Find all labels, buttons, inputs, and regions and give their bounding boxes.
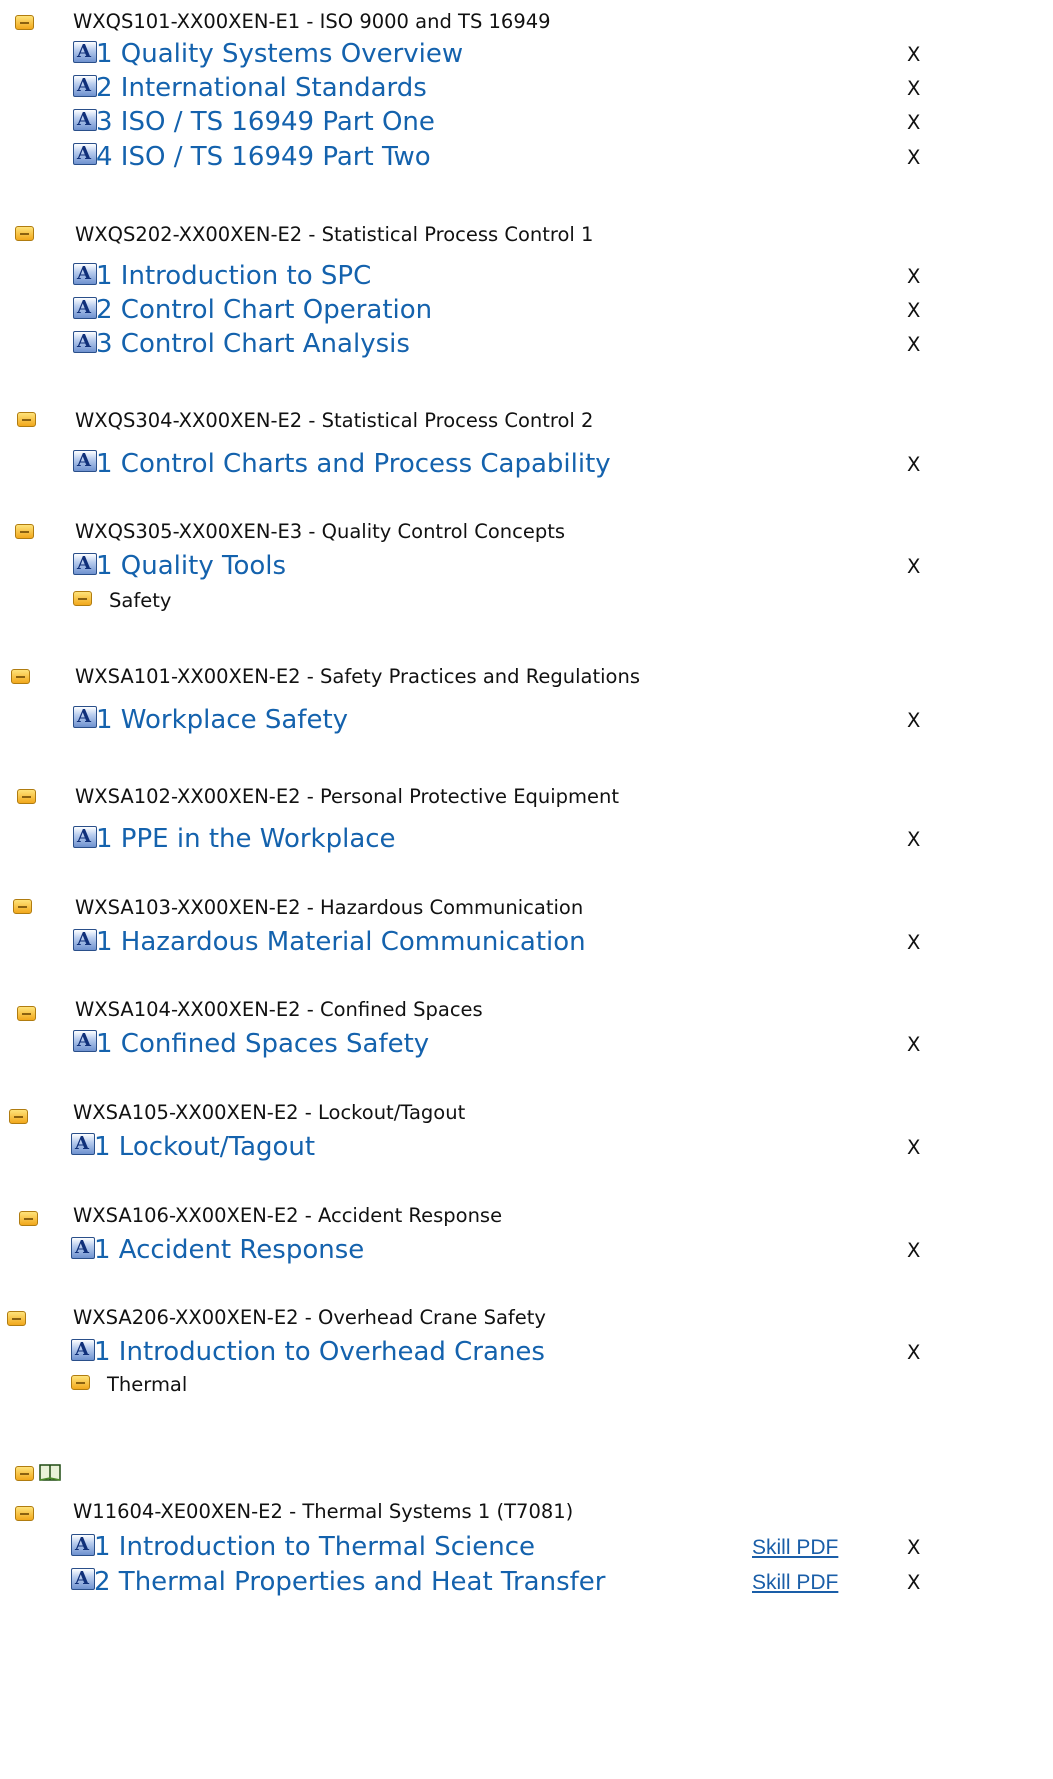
course-title: WXSA105-XX00XEN-E2 - Lockout/Tagout [73, 1101, 466, 1124]
lesson-link[interactable]: 3 ISO / TS 16949 Part One [96, 106, 435, 138]
category-label: Safety [109, 589, 172, 612]
lesson-a-icon: A [73, 109, 97, 131]
lesson-a-icon: A [73, 1030, 97, 1052]
course-title: W11604-XE00XEN-E2 - Thermal Systems 1 (T… [73, 1500, 574, 1523]
course-title: WXSA106-XX00XEN-E2 - Accident Response [73, 1204, 503, 1227]
lesson-link[interactable]: 1 Accident Response [94, 1234, 364, 1266]
collapse-toggle-icon[interactable] [19, 1211, 38, 1226]
lesson-a-icon: A [73, 41, 97, 63]
collapse-toggle-icon[interactable] [15, 226, 34, 241]
collapse-toggle-icon[interactable] [15, 524, 34, 539]
collapse-toggle-icon[interactable] [73, 591, 92, 606]
lesson-a-icon: A [73, 297, 97, 319]
lesson-a-icon: A [73, 826, 97, 848]
skill-pdf-link[interactable]: Skill PDF [752, 1536, 838, 1560]
lesson-a-icon: A [71, 1568, 95, 1590]
remove-x[interactable]: X [907, 265, 920, 289]
collapse-toggle-icon[interactable] [9, 1109, 28, 1124]
collapse-toggle-icon[interactable] [11, 669, 30, 684]
course-title: WXQS101-XX00XEN-E1 - ISO 9000 and TS 169… [73, 10, 551, 33]
course-title: WXSA101-XX00XEN-E2 - Safety Practices an… [75, 665, 640, 688]
remove-x[interactable]: X [907, 146, 920, 170]
remove-x[interactable]: X [907, 111, 920, 135]
skill-pdf-link[interactable]: Skill PDF [752, 1571, 838, 1595]
collapse-toggle-icon[interactable] [71, 1375, 90, 1390]
collapse-toggle-icon[interactable] [7, 1311, 26, 1326]
remove-x[interactable]: X [907, 1136, 920, 1160]
remove-x[interactable]: X [907, 1536, 920, 1560]
lesson-a-icon: A [71, 1133, 95, 1155]
lesson-a-icon: A [73, 331, 97, 353]
collapse-toggle-icon[interactable] [15, 15, 34, 30]
lesson-a-icon: A [73, 450, 97, 472]
collapse-toggle-icon[interactable] [17, 1006, 36, 1021]
course-title: WXQS305-XX00XEN-E3 - Quality Control Con… [75, 520, 566, 543]
lesson-link[interactable]: 1 Control Charts and Process Capability [96, 448, 611, 480]
remove-x[interactable]: X [907, 1571, 920, 1595]
lesson-link[interactable]: 2 International Standards [96, 72, 427, 104]
remove-x[interactable]: X [907, 709, 920, 733]
course-title: WXQS202-XX00XEN-E2 - Statistical Process… [75, 223, 594, 246]
lesson-link[interactable]: 1 Quality Tools [96, 550, 286, 582]
course-title: WXQS304-XX00XEN-E2 - Statistical Process… [75, 409, 594, 432]
lesson-link[interactable]: 2 Control Chart Operation [96, 294, 432, 326]
remove-x[interactable]: X [907, 555, 920, 579]
category-label: Thermal [107, 1373, 188, 1396]
remove-x[interactable]: X [907, 1341, 920, 1365]
remove-x[interactable]: X [907, 43, 920, 67]
course-title: WXSA102-XX00XEN-E2 - Personal Protective… [75, 785, 620, 808]
lesson-link[interactable]: 4 ISO / TS 16949 Part Two [96, 141, 431, 173]
collapse-toggle-icon[interactable] [17, 412, 36, 427]
collapse-toggle-icon[interactable] [17, 789, 36, 804]
lesson-link[interactable]: 1 PPE in the Workplace [96, 823, 396, 855]
collapse-toggle-icon[interactable] [15, 1506, 34, 1521]
remove-x[interactable]: X [907, 1239, 920, 1263]
lesson-link[interactable]: 2 Thermal Properties and Heat Transfer [94, 1566, 605, 1598]
collapse-toggle-icon[interactable] [13, 899, 32, 914]
lesson-a-icon: A [71, 1339, 95, 1361]
remove-x[interactable]: X [907, 931, 920, 955]
lesson-a-icon: A [73, 143, 97, 165]
remove-x[interactable]: X [907, 453, 920, 477]
remove-x[interactable]: X [907, 299, 920, 323]
lesson-a-icon: A [73, 706, 97, 728]
remove-x[interactable]: X [907, 77, 920, 101]
lesson-a-icon: A [71, 1534, 95, 1556]
lesson-link[interactable]: 1 Hazardous Material Communication [96, 926, 586, 958]
course-title: WXSA104-XX00XEN-E2 - Confined Spaces [75, 998, 483, 1021]
lesson-a-icon: A [71, 1237, 95, 1259]
lesson-link[interactable]: 1 Lockout/Tagout [94, 1131, 315, 1163]
lesson-a-icon: A [73, 75, 97, 97]
course-title: WXSA103-XX00XEN-E2 - Hazardous Communica… [75, 896, 584, 919]
lesson-a-icon: A [73, 263, 97, 285]
open-book-icon [39, 1464, 61, 1481]
lesson-link[interactable]: 1 Introduction to Overhead Cranes [94, 1336, 545, 1368]
course-title: WXSA206-XX00XEN-E2 - Overhead Crane Safe… [73, 1306, 546, 1329]
collapse-toggle-icon[interactable] [15, 1466, 34, 1481]
lesson-link[interactable]: 1 Workplace Safety [96, 704, 348, 736]
lesson-a-icon: A [73, 929, 97, 951]
lesson-link[interactable]: 1 Quality Systems Overview [96, 38, 463, 70]
remove-x[interactable]: X [907, 333, 920, 357]
lesson-link[interactable]: 1 Confined Spaces Safety [96, 1028, 429, 1060]
lesson-link[interactable]: 1 Introduction to SPC [96, 260, 371, 292]
lesson-link[interactable]: 1 Introduction to Thermal Science [94, 1531, 535, 1563]
remove-x[interactable]: X [907, 1033, 920, 1057]
remove-x[interactable]: X [907, 828, 920, 852]
lesson-link[interactable]: 3 Control Chart Analysis [96, 328, 410, 360]
lesson-a-icon: A [73, 553, 97, 575]
